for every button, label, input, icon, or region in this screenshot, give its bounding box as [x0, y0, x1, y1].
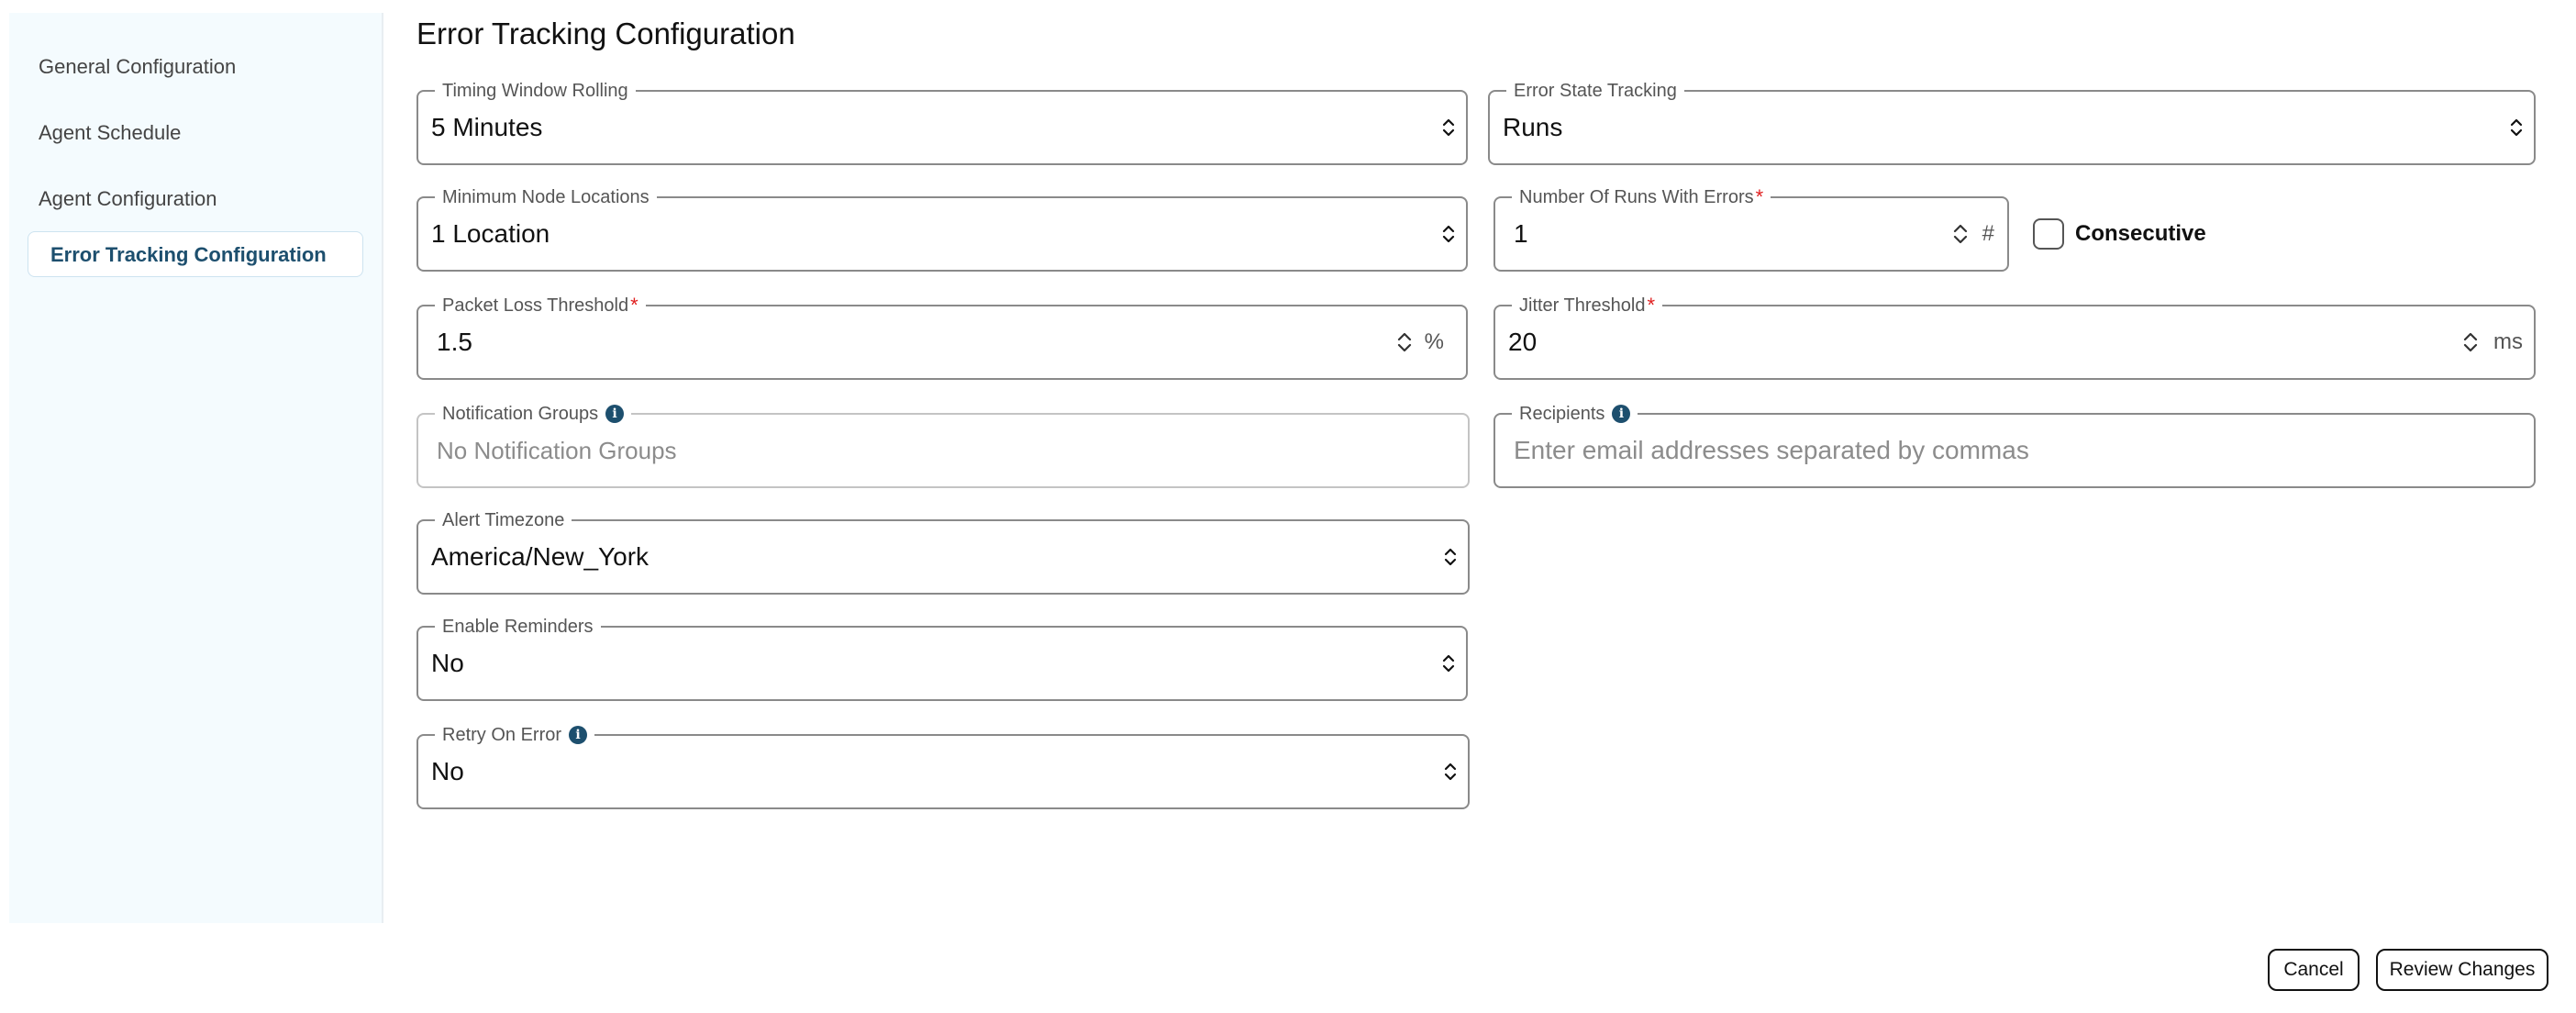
jitter-unit: ms	[2493, 329, 2523, 354]
runs-with-errors-value: 1	[1514, 219, 1528, 248]
alert-timezone-select[interactable]: Alert Timezone America/New_York	[416, 508, 1470, 595]
required-marker: *	[630, 294, 638, 317]
packet-loss-value: 1.5	[437, 328, 472, 356]
sidebar-item-agent-schedule[interactable]: Agent Schedule	[39, 110, 181, 156]
enable-reminders-select[interactable]: Enable Reminders No	[416, 615, 1468, 701]
enable-reminders-label: Enable Reminders	[442, 617, 594, 637]
consecutive-checkbox[interactable]	[2033, 218, 2064, 250]
notification-groups-placeholder: No Notification Groups	[437, 436, 677, 464]
chevron-updown-icon[interactable]	[1440, 543, 1460, 571]
sidebar-nav: General Configuration Agent Schedule Age…	[9, 13, 383, 923]
page-title: Error Tracking Configuration	[416, 17, 795, 50]
jitter-value: 20	[1508, 328, 1538, 356]
chevron-updown-icon[interactable]	[1440, 758, 1460, 785]
timing-window-value: 5 Minutes	[431, 113, 543, 141]
chevron-updown-icon[interactable]	[2506, 114, 2526, 141]
runs-unit: #	[1982, 221, 1994, 246]
packet-loss-input[interactable]: Packet Loss Threshold * 1.5 %	[416, 294, 1468, 380]
chevron-updown-icon[interactable]	[1438, 650, 1459, 677]
jitter-input[interactable]: Jitter Threshold * 20 ms	[1493, 294, 2536, 380]
sidebar-item-error-tracking-configuration[interactable]: Error Tracking Configuration	[28, 231, 363, 277]
consecutive-label: Consecutive	[2075, 221, 2206, 246]
review-changes-button[interactable]: Review Changes	[2376, 949, 2548, 991]
retry-on-error-select[interactable]: Retry On Error i No	[416, 723, 1470, 809]
spinner-icon[interactable]	[1950, 218, 1971, 250]
recipients-placeholder: Enter email addresses separated by comma…	[1514, 436, 2029, 464]
runs-with-errors-input[interactable]: Number Of Runs With Errors * 1 #	[1493, 185, 2009, 272]
enable-reminders-value: No	[431, 649, 464, 677]
notification-groups-input[interactable]: Notification Groups i No Notification Gro…	[416, 402, 1470, 488]
sidebar-item-general-configuration[interactable]: General Configuration	[39, 44, 236, 90]
min-node-locations-select[interactable]: Minimum Node Locations 1 Location	[416, 185, 1468, 272]
spinner-icon[interactable]	[2460, 327, 2481, 358]
error-state-select[interactable]: Error State Tracking Runs	[1488, 79, 2536, 165]
sidebar-item-agent-configuration[interactable]: Agent Configuration	[39, 176, 217, 222]
min-node-locations-value: 1 Location	[431, 219, 550, 248]
runs-with-errors-label: Number Of Runs With Errors	[1519, 187, 1754, 207]
retry-on-error-value: No	[431, 757, 464, 785]
recipients-input[interactable]: Recipients i Enter email addresses separa…	[1493, 402, 2536, 488]
alert-timezone-value: America/New_York	[431, 542, 650, 571]
spinner-icon[interactable]	[1394, 327, 1415, 358]
chevron-updown-icon[interactable]	[1438, 220, 1459, 248]
packet-loss-unit: %	[1424, 329, 1444, 354]
cancel-button[interactable]: Cancel	[2268, 949, 2359, 991]
timing-window-select[interactable]: Timing Window Rolling 5 Minutes	[416, 79, 1468, 165]
info-icon[interactable]: i	[569, 726, 588, 744]
required-marker: *	[1647, 294, 1656, 317]
jitter-label: Jitter Threshold	[1519, 295, 1646, 316]
required-marker: *	[1755, 185, 1764, 208]
chevron-updown-icon[interactable]	[1438, 114, 1459, 141]
error-state-value: Runs	[1503, 113, 1563, 141]
